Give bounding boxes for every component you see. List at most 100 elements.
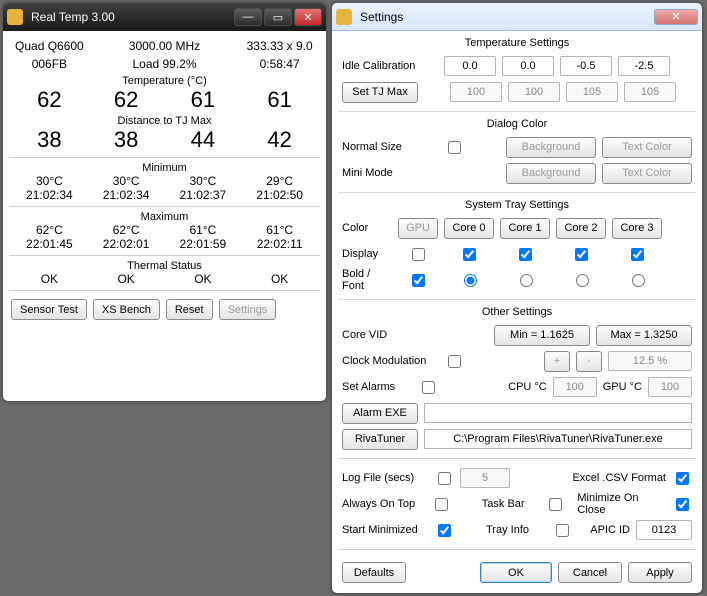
mini-text-button[interactable]: Text Color	[602, 163, 692, 184]
idle-cal-2[interactable]: -0.5	[560, 56, 612, 76]
start-minimized-checkbox[interactable]	[438, 524, 451, 537]
tjmax-1: 100	[508, 82, 560, 102]
font-core2-radio[interactable]	[576, 274, 589, 287]
idle-cal-0[interactable]: 0.0	[444, 56, 496, 76]
normal-bg-button[interactable]: Background	[506, 137, 596, 158]
csv-format-checkbox[interactable]	[676, 472, 689, 485]
display-core1-checkbox[interactable]	[519, 248, 532, 261]
idle-calibration-label: Idle Calibration	[342, 60, 438, 72]
font-core3-radio[interactable]	[632, 274, 645, 287]
tjmax-3: 105	[624, 82, 676, 102]
rivatuner-path[interactable]: C:\Program Files\RivaTuner\RivaTuner.exe	[424, 429, 692, 449]
min-time-2: 21:02:37	[165, 188, 242, 202]
tj-core3: 42	[241, 127, 318, 153]
taskbar-label: Task Bar	[482, 498, 540, 510]
font-core0-radio[interactable]	[464, 274, 477, 287]
always-on-top-checkbox[interactable]	[435, 498, 448, 511]
rivatuner-button[interactable]: RivaTuner	[342, 429, 418, 450]
clock-plus-button[interactable]: +	[544, 351, 570, 372]
system-tray-heading: System Tray Settings	[342, 199, 692, 211]
tj-core2: 44	[165, 127, 242, 153]
log-file-checkbox[interactable]	[438, 472, 451, 485]
cpu-c-label: CPU °C	[508, 381, 547, 393]
temp-core3: 61	[241, 87, 318, 113]
xs-bench-button[interactable]: XS Bench	[93, 299, 160, 320]
alarm-cpu-value[interactable]: 100	[553, 377, 597, 397]
gpu-c-label: GPU °C	[603, 381, 642, 393]
clock-minus-button[interactable]: -	[576, 351, 602, 372]
max-time-1: 22:02:01	[88, 237, 165, 251]
close-button[interactable]: ✕	[294, 8, 322, 26]
minimize-button[interactable]: —	[234, 8, 262, 26]
log-file-value[interactable]: 5	[460, 468, 510, 488]
settings-window: Settings ✕ Temperature Settings Idle Cal…	[331, 2, 703, 594]
set-alarms-checkbox[interactable]	[422, 381, 435, 394]
display-gpu-checkbox[interactable]	[412, 248, 425, 261]
start-minimized-label: Start Minimized	[342, 524, 428, 536]
normal-size-checkbox[interactable]	[448, 141, 461, 154]
maximize-button[interactable]: ▭	[264, 8, 292, 26]
settings-button[interactable]: Settings	[219, 299, 277, 320]
max-time-3: 22:02:11	[241, 237, 318, 251]
core0-color-button[interactable]: Core 0	[444, 218, 494, 239]
normal-text-button[interactable]: Text Color	[602, 137, 692, 158]
apic-id-label: APIC ID	[590, 524, 630, 536]
max-temp-3: 61°C	[241, 223, 318, 237]
idle-cal-3[interactable]: -2.5	[618, 56, 670, 76]
cpu-id: 006FB	[11, 55, 88, 73]
settings-icon	[336, 9, 352, 25]
apply-button[interactable]: Apply	[628, 562, 692, 583]
settings-close-button[interactable]: ✕	[654, 9, 698, 25]
cpu-mult: 333.33 x 9.0	[241, 37, 318, 55]
tj-core0: 38	[11, 127, 88, 153]
load-value: Load 99.2%	[88, 55, 242, 73]
taskbar-checkbox[interactable]	[549, 498, 562, 511]
titlebar[interactable]: Real Temp 3.00 — ▭ ✕	[3, 3, 326, 31]
core3-color-button[interactable]: Core 3	[612, 218, 662, 239]
cancel-button[interactable]: Cancel	[558, 562, 622, 583]
set-tjmax-button[interactable]: Set TJ Max	[342, 82, 418, 103]
apic-id-value[interactable]: 0123	[636, 520, 692, 540]
display-core0-checkbox[interactable]	[463, 248, 476, 261]
gpu-color-button[interactable]: GPU	[398, 218, 438, 239]
min-temp-3: 29°C	[241, 174, 318, 188]
temperature-settings-heading: Temperature Settings	[342, 37, 692, 49]
font-core1-radio[interactable]	[520, 274, 533, 287]
vid-max-button[interactable]: Max = 1.3250	[596, 325, 692, 346]
display-label: Display	[342, 248, 392, 260]
vid-min-button[interactable]: Min = 1.1625	[494, 325, 590, 346]
color-label: Color	[342, 222, 392, 234]
other-settings-heading: Other Settings	[342, 306, 692, 318]
settings-titlebar[interactable]: Settings ✕	[332, 3, 702, 31]
tjmax-heading: Distance to TJ Max	[11, 115, 318, 127]
min-time-0: 21:02:34	[11, 188, 88, 202]
minimum-heading: Minimum	[11, 162, 318, 174]
clock-mod-checkbox[interactable]	[448, 355, 461, 368]
display-core2-checkbox[interactable]	[575, 248, 588, 261]
alarm-exe-button[interactable]: Alarm EXE	[342, 403, 418, 424]
minimize-on-close-checkbox[interactable]	[676, 498, 689, 511]
ok-button[interactable]: OK	[480, 562, 552, 583]
mini-mode-label: Mini Mode	[342, 167, 438, 179]
min-time-3: 21:02:50	[241, 188, 318, 202]
settings-title: Settings	[357, 10, 654, 24]
idle-cal-1[interactable]: 0.0	[502, 56, 554, 76]
thermal-3: OK	[241, 272, 318, 286]
sensor-test-button[interactable]: Sensor Test	[11, 299, 87, 320]
cpu-model: Quad Q6600	[11, 37, 88, 55]
min-temp-2: 30°C	[165, 174, 242, 188]
dialog-color-heading: Dialog Color	[342, 118, 692, 130]
tray-info-checkbox[interactable]	[556, 524, 569, 537]
bold-checkbox[interactable]	[412, 274, 425, 287]
reset-button[interactable]: Reset	[166, 299, 213, 320]
alarm-gpu-value[interactable]: 100	[648, 377, 692, 397]
temp-core2: 61	[165, 87, 242, 113]
corevid-label: Core VID	[342, 329, 438, 341]
log-file-label: Log File (secs)	[342, 472, 428, 484]
core2-color-button[interactable]: Core 2	[556, 218, 606, 239]
mini-bg-button[interactable]: Background	[506, 163, 596, 184]
core1-color-button[interactable]: Core 1	[500, 218, 550, 239]
defaults-button[interactable]: Defaults	[342, 562, 406, 583]
display-core3-checkbox[interactable]	[631, 248, 644, 261]
alarm-exe-path[interactable]	[424, 403, 692, 423]
